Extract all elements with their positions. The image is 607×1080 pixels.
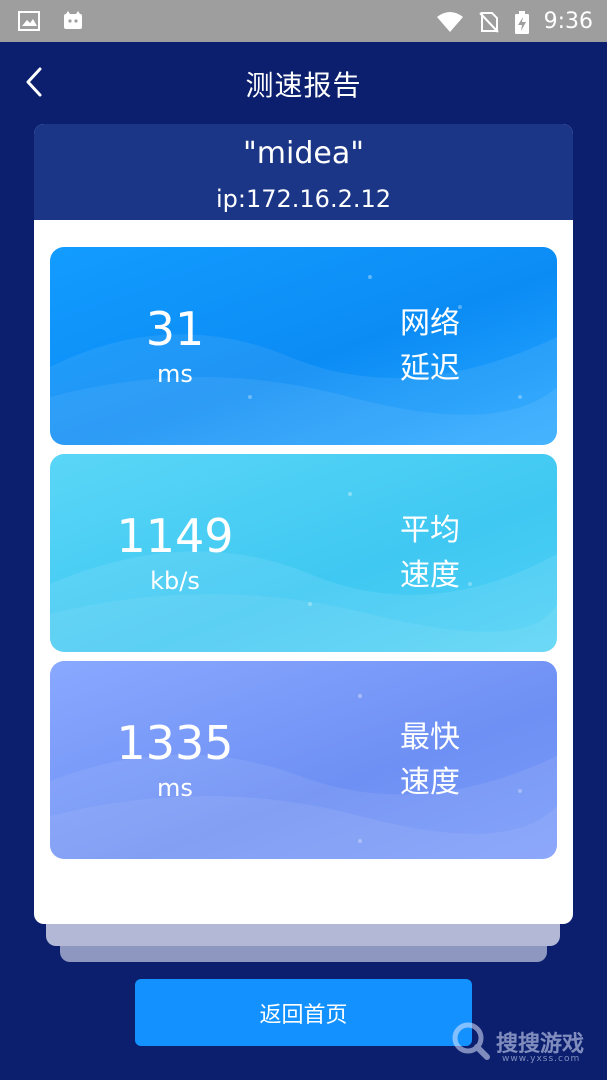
average-speed-unit: kb/s	[150, 567, 200, 596]
metric-value-block: 1335 ms	[90, 661, 260, 859]
no-sim-icon	[478, 11, 500, 33]
fastest-speed-label-line1: 最快	[400, 720, 460, 755]
fastest-speed-unit: ms	[157, 774, 193, 803]
watermark-sub: www.yxss.com	[502, 1054, 581, 1064]
header: 测速报告	[0, 42, 607, 126]
latency-label-line2: 延迟	[400, 351, 460, 386]
network-ssid: "midea"	[242, 135, 365, 171]
back-button[interactable]	[14, 64, 54, 104]
metric-card-fastest-speed: 1335 ms 最快 速度	[50, 661, 557, 859]
average-speed-label-line2: 速度	[400, 558, 460, 593]
latency-value: 31	[145, 301, 205, 356]
latency-label-line1: 网络	[400, 306, 460, 341]
watermark-logo-icon	[450, 1020, 490, 1064]
image-icon	[18, 11, 40, 31]
status-bar: 9:36	[0, 0, 607, 42]
return-home-button[interactable]: 返回首页	[135, 979, 472, 1046]
metric-value-block: 1149 kb/s	[90, 454, 260, 652]
watermark-logo: 搜搜游戏 www.yxss.com	[450, 1014, 600, 1070]
average-speed-value: 1149	[116, 508, 234, 563]
latency-label: 网络 延迟	[390, 247, 470, 445]
page-title: 测速报告	[245, 69, 362, 102]
speed-report-card: "midea" ip:172.16.2.12 31 ms 网络 延迟 1149 …	[34, 124, 573, 924]
chevron-left-icon	[24, 66, 44, 102]
network-ip: ip:172.16.2.12	[215, 184, 392, 213]
cat-icon	[62, 11, 84, 31]
fastest-speed-label-line2: 速度	[400, 765, 460, 800]
battery-charging-icon	[514, 11, 530, 34]
latency-unit: ms	[157, 360, 193, 389]
network-info-header: "midea" ip:172.16.2.12	[34, 124, 573, 220]
status-time: 9:36	[543, 8, 593, 34]
metric-card-latency: 31 ms 网络 延迟	[50, 247, 557, 445]
metric-card-average-speed: 1149 kb/s 平均 速度	[50, 454, 557, 652]
fastest-speed-value: 1335	[116, 715, 234, 770]
average-speed-label: 平均 速度	[390, 454, 470, 652]
wifi-icon	[436, 11, 464, 32]
fastest-speed-label: 最快 速度	[390, 661, 470, 859]
metric-value-block: 31 ms	[90, 247, 260, 445]
average-speed-label-line1: 平均	[400, 513, 460, 548]
